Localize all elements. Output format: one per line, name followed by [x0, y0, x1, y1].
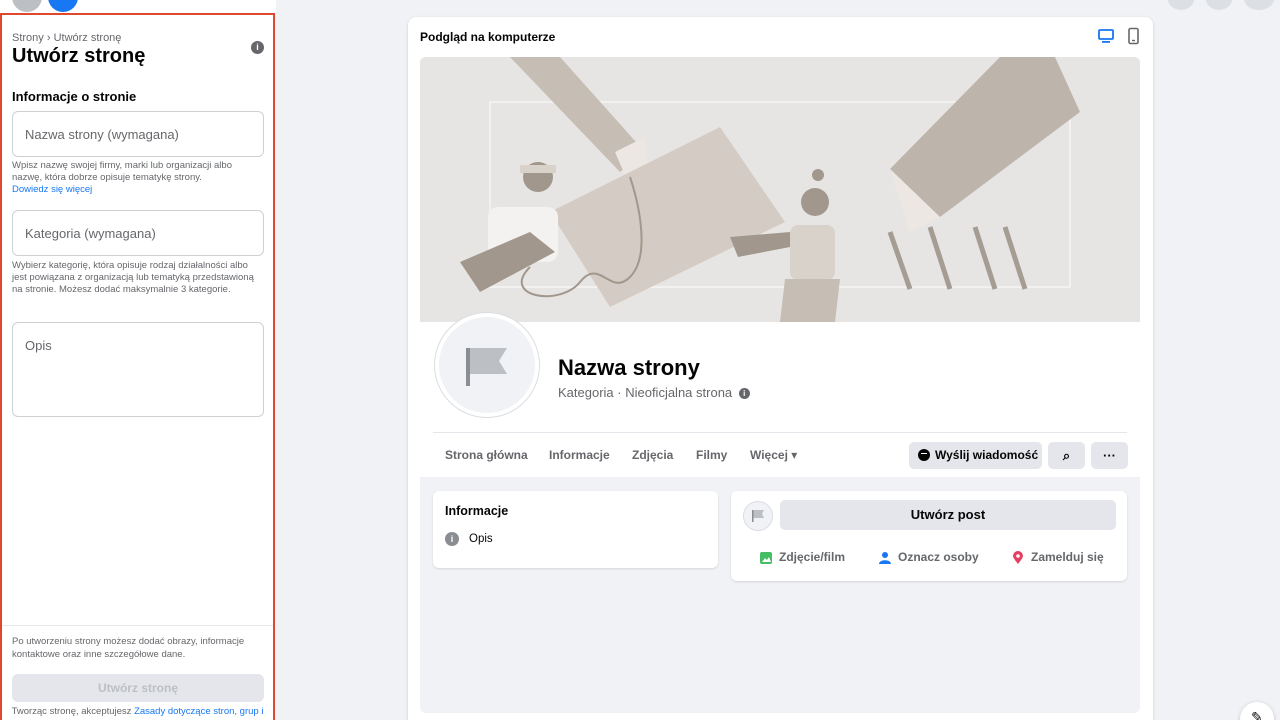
create-post-card: Utwórz post Zdjęcie/film Oznacz osoby Za… — [731, 491, 1127, 581]
tag-people-icon — [879, 551, 891, 564]
terms-link[interactable]: Zasady dotyczące stron, grup i wydarzeń — [117, 706, 263, 720]
info-icon[interactable]: i — [251, 41, 264, 54]
desktop-preview: Podgląd na komputerze Nazwa strony Kateg… — [408, 17, 1153, 720]
category-placeholder: Kategoria (wymagana) — [25, 226, 156, 241]
page-title: Utwórz stronę — [12, 45, 146, 67]
page-name-placeholder: Nazwa strony (wymagana) — [25, 127, 179, 142]
flag-icon — [466, 348, 507, 386]
search-button[interactable]: ⌕ — [1048, 442, 1085, 469]
cover-illustration — [420, 57, 1140, 322]
info-icon[interactable]: i — [738, 388, 750, 400]
more-button[interactable]: ··· — [1091, 442, 1128, 469]
check-in-action[interactable]: Zamelduj się — [1011, 550, 1104, 565]
notifications-icon[interactable] — [1168, 0, 1194, 10]
photo-icon — [760, 551, 772, 564]
footer-info: Po utworzeniu strony możesz dodać obrazy… — [12, 636, 245, 660]
location-pin-icon — [1013, 550, 1023, 564]
page-preview: Nazwa strony Kategoria · Nieoficjalna st… — [420, 57, 1140, 713]
breadcrumb[interactable]: Strony › Utwórz stronę — [12, 32, 121, 44]
page-name-help: Wpisz nazwę swojej firmy, marki lub orga… — [12, 160, 232, 195]
page-name: Nazwa strony — [558, 355, 700, 380]
create-page-panel: Strony › Utwórz stronę Utwórz stronę i I… — [0, 13, 275, 720]
photo-video-action[interactable]: Zdjęcie/film — [759, 550, 845, 565]
messenger-icon — [918, 449, 930, 461]
create-page-button[interactable]: Utwórz stronę — [12, 674, 264, 702]
preview-title: Podgląd na komputerze — [420, 30, 556, 44]
tab-photos[interactable]: Zdjęcia — [632, 448, 673, 462]
more-icon: ··· — [1103, 448, 1116, 463]
page-subtitle: Kategoria · Nieoficjalna strona i — [558, 385, 750, 400]
category-input[interactable]: Kategoria (wymagana) — [12, 210, 264, 256]
divider — [2, 625, 273, 626]
top-bar — [0, 0, 276, 14]
terms-text: Tworząc stronę, akceptujesz Zasady dotyc… — [2, 705, 273, 720]
create-post-button[interactable]: Utwórz post — [780, 500, 1116, 530]
about-title: Informacje — [445, 504, 509, 518]
messenger-icon[interactable] — [1206, 0, 1232, 10]
learn-more-link[interactable]: Dowiedz się więcej — [12, 184, 92, 195]
tab-about[interactable]: Informacje — [549, 448, 610, 462]
about-description-row: i Opis — [445, 532, 493, 546]
description-placeholder: Opis — [25, 338, 52, 353]
mobile-icon[interactable] — [1127, 27, 1141, 45]
profile-picture — [435, 313, 539, 417]
tag-people-action[interactable]: Oznacz osoby — [878, 550, 979, 565]
page-avatar — [743, 501, 773, 531]
tab-more[interactable]: Więcej ▾ — [750, 448, 797, 462]
user-avatar[interactable] — [12, 0, 42, 12]
divider — [433, 432, 1127, 433]
send-message-button[interactable]: Wyślij wiadomość — [909, 442, 1042, 469]
facebook-logo-icon[interactable] — [48, 0, 78, 12]
section-title: Informacje o stronie — [12, 89, 137, 104]
page-name-input[interactable]: Nazwa strony (wymagana) — [12, 111, 264, 157]
info-icon: i — [445, 532, 459, 546]
tab-videos[interactable]: Filmy — [696, 448, 727, 462]
account-avatar[interactable] — [1244, 0, 1274, 10]
tab-home[interactable]: Strona główna — [445, 448, 528, 462]
category-help: Wybierz kategorię, która opisuje rodzaj … — [12, 260, 254, 295]
search-icon: ⌕ — [1062, 448, 1071, 463]
desktop-icon[interactable] — [1097, 27, 1115, 45]
edit-icon[interactable]: ✎ — [1240, 702, 1274, 720]
about-card: Informacje i Opis — [433, 491, 718, 568]
description-textarea[interactable]: Opis — [12, 322, 264, 417]
